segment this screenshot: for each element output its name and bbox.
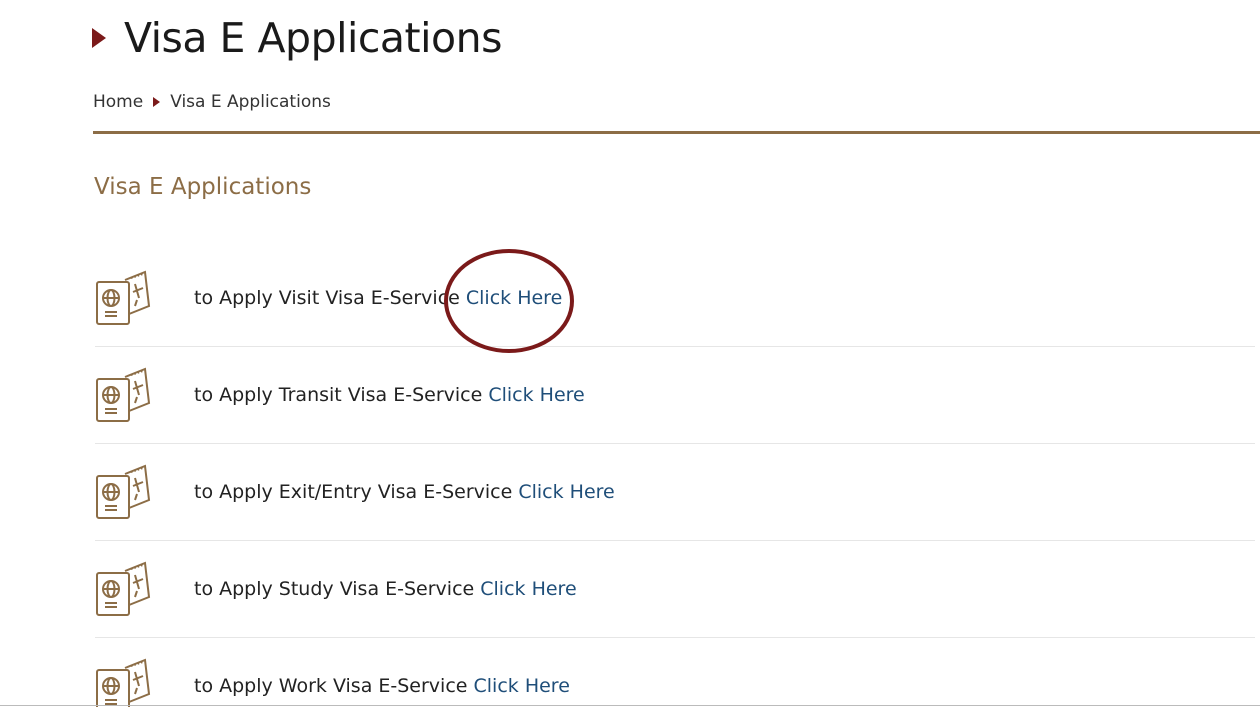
service-text: to Apply Visit Visa E-Service Click Here xyxy=(194,287,562,309)
breadcrumb-home-link[interactable]: Home xyxy=(93,92,143,112)
service-text: to Apply Study Visa E-Service Click Here xyxy=(194,578,577,600)
passport-icon xyxy=(96,658,151,707)
header-divider xyxy=(93,131,1260,134)
bottom-rule xyxy=(0,705,1260,706)
service-label: to Apply Exit/Entry Visa E-Service xyxy=(194,481,513,503)
passport-icon xyxy=(96,367,151,422)
breadcrumb-separator-icon xyxy=(153,97,161,107)
service-label: to Apply Transit Visa E-Service xyxy=(194,384,483,406)
click-here-link[interactable]: Click Here xyxy=(480,578,576,600)
service-item-transit: to Apply Transit Visa E-Service Click He… xyxy=(95,347,1255,444)
service-text: to Apply Work Visa E-Service Click Here xyxy=(194,675,570,697)
section-heading: Visa E Applications xyxy=(94,174,312,200)
service-text: to Apply Exit/Entry Visa E-Service Click… xyxy=(194,481,615,503)
breadcrumb: Home Visa E Applications xyxy=(93,92,331,112)
page-title: Visa E Applications xyxy=(124,13,502,62)
passport-icon xyxy=(96,464,151,519)
passport-icon xyxy=(96,561,151,616)
click-here-link[interactable]: Click Here xyxy=(466,287,562,309)
service-item-work: to Apply Work Visa E-Service Click Here xyxy=(95,638,1255,707)
service-label: to Apply Study Visa E-Service xyxy=(194,578,475,600)
page: Visa E Applications Home Visa E Applicat… xyxy=(0,0,1260,707)
service-label: to Apply Work Visa E-Service xyxy=(194,675,468,697)
title-row: Visa E Applications xyxy=(92,8,502,68)
click-here-link[interactable]: Click Here xyxy=(474,675,570,697)
click-here-link[interactable]: Click Here xyxy=(488,384,584,406)
click-here-link[interactable]: Click Here xyxy=(518,481,614,503)
service-item-study: to Apply Study Visa E-Service Click Here xyxy=(95,541,1255,638)
service-item-exit-entry: to Apply Exit/Entry Visa E-Service Click… xyxy=(95,444,1255,541)
service-label: to Apply Visit Visa E-Service xyxy=(194,287,460,309)
title-arrow-icon xyxy=(92,28,106,48)
service-text: to Apply Transit Visa E-Service Click He… xyxy=(194,384,585,406)
service-item-visit: to Apply Visit Visa E-Service Click Here xyxy=(95,250,1255,347)
passport-icon xyxy=(96,270,151,325)
breadcrumb-current: Visa E Applications xyxy=(170,92,331,112)
service-list: to Apply Visit Visa E-Service Click Here… xyxy=(95,250,1255,707)
